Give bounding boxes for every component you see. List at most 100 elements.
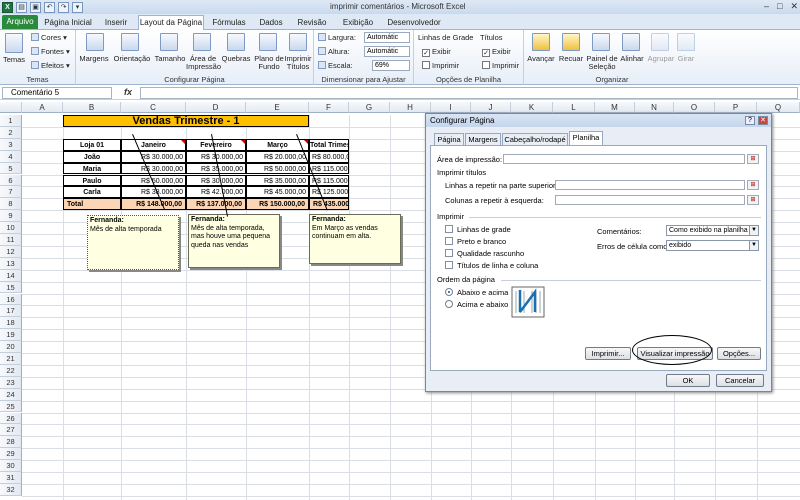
tab-inserir[interactable]: Inserir (98, 16, 134, 30)
table-cell[interactable]: R$ 45.000,00 (246, 186, 309, 199)
row-header[interactable]: 6 (0, 174, 22, 187)
black-white-checkbox[interactable] (445, 237, 453, 245)
column-header[interactable]: E (246, 102, 309, 113)
chevron-down-icon[interactable]: ▼ (749, 226, 758, 235)
table-cell[interactable]: R$ 50.000,00 (246, 162, 309, 175)
row-header[interactable]: 2 (0, 126, 22, 139)
table-cell[interactable]: R$ 20.000,00 (246, 150, 309, 163)
row-header[interactable]: 12 (0, 245, 22, 258)
row-header[interactable]: 7 (0, 186, 22, 199)
orientation-button[interactable]: Orientação (110, 55, 154, 63)
column-header[interactable]: P (715, 102, 757, 113)
redo-icon[interactable]: ↷ (58, 1, 69, 13)
width-select[interactable]: Automátic (364, 32, 410, 43)
breaks-icon[interactable] (227, 33, 245, 51)
table-cell[interactable]: João (63, 150, 121, 163)
headings-print-checkbox[interactable] (482, 61, 490, 69)
rows-repeat-input[interactable] (555, 180, 745, 190)
row-header[interactable]: 1 (0, 115, 22, 127)
print-preview-button[interactable]: Visualizar impressão (637, 347, 713, 360)
row-header[interactable]: 18 (0, 317, 22, 330)
gridlines-view-checkbox[interactable]: ✓ (422, 49, 430, 57)
column-header[interactable]: Q (757, 102, 800, 113)
headings-view-checkbox[interactable]: ✓ (482, 49, 490, 57)
row-header[interactable]: 13 (0, 257, 22, 270)
range-picker-icon[interactable]: ⊞ (747, 154, 759, 164)
send-backward-icon[interactable] (562, 33, 580, 51)
table-cell[interactable]: R$ 115.000,00 (309, 162, 349, 175)
dialog-close-button[interactable]: ✕ (758, 116, 768, 125)
row-header[interactable]: 16 (0, 293, 22, 306)
orientation-icon[interactable] (121, 33, 139, 51)
column-header[interactable]: N (635, 102, 674, 113)
row-header[interactable]: 32 (0, 483, 22, 496)
help-button[interactable]: ? (745, 116, 755, 125)
insert-function-icon[interactable]: fx (124, 87, 132, 97)
row-header[interactable]: 9 (0, 210, 22, 223)
row-header[interactable]: 11 (0, 234, 22, 246)
name-box[interactable]: Comentário 5 (2, 87, 112, 99)
margins-icon[interactable] (86, 33, 104, 51)
column-header[interactable]: G (349, 102, 390, 113)
table-total-cell[interactable]: R$ 435.000,00 (309, 198, 349, 211)
row-col-headings-checkbox[interactable] (445, 261, 453, 269)
background-button[interactable]: Plano de Fundo (252, 55, 286, 71)
ok-button[interactable]: OK (666, 374, 710, 387)
tab-desenvolvedor[interactable]: Desenvolvedor (384, 16, 444, 30)
table-cell[interactable]: R$ 42.000,00 (186, 186, 246, 199)
row-header[interactable]: 20 (0, 341, 22, 353)
column-header[interactable]: K (511, 102, 553, 113)
chevron-down-icon[interactable]: ▼ (749, 241, 758, 250)
column-header[interactable]: J (471, 102, 511, 113)
tab-cabecalho-rodape[interactable]: Cabeçalho/rodapé (502, 133, 568, 145)
column-header[interactable]: M (595, 102, 635, 113)
column-header[interactable]: C (121, 102, 186, 113)
table-cell[interactable]: Paulo (63, 174, 121, 187)
draft-quality-checkbox[interactable] (445, 249, 453, 257)
row-header[interactable]: 3 (0, 138, 22, 151)
table-cell[interactable]: R$ 30.000,00 (121, 150, 186, 163)
tab-dados[interactable]: Dados (254, 16, 288, 30)
gridlines-checkbox[interactable] (445, 225, 453, 233)
table-title[interactable]: Vendas Trimestre - 1 (63, 115, 309, 127)
margins-button[interactable]: Margens (76, 55, 112, 63)
comments-select[interactable]: Como exibido na planilha ▼ (666, 225, 759, 236)
align-icon[interactable] (622, 33, 640, 51)
table-cell[interactable]: Carla (63, 186, 121, 199)
gridlines-print-check[interactable]: Imprimir (422, 61, 459, 70)
row-header[interactable]: 14 (0, 269, 22, 282)
minimize-button[interactable]: – (764, 1, 769, 12)
row-header[interactable]: 23 (0, 376, 22, 389)
table-total-cell[interactable]: R$ 137.000,00 (186, 198, 246, 211)
cell-errors-select[interactable]: exibido ▼ (666, 240, 759, 251)
row-header[interactable]: 29 (0, 448, 22, 461)
row-header[interactable]: 19 (0, 329, 22, 342)
print-button[interactable]: Imprimir... (585, 347, 631, 360)
headings-print-check[interactable]: Imprimir (482, 61, 519, 70)
save-icon[interactable]: ▣ (30, 1, 41, 13)
print-area-input[interactable] (503, 154, 745, 164)
colors-button[interactable]: Cores ▾ (31, 33, 67, 42)
tab-arquivo[interactable]: Arquivo (2, 15, 38, 29)
bring-forward-button[interactable]: Avançar (524, 55, 558, 63)
row-header[interactable]: 4 (0, 150, 22, 163)
table-cell[interactable]: R$ 35.000,00 (246, 174, 309, 187)
background-icon[interactable] (259, 33, 277, 51)
table-cell[interactable]: R$ 125.000,00 (309, 186, 349, 199)
row-header[interactable]: 8 (0, 198, 22, 211)
column-header[interactable]: O (674, 102, 715, 113)
row-header[interactable]: 24 (0, 388, 22, 401)
row-header[interactable]: 10 (0, 222, 22, 234)
table-cell[interactable]: Maria (63, 162, 121, 175)
tab-revisao[interactable]: Revisão (292, 16, 332, 30)
customize-icon[interactable]: ▾ (72, 1, 83, 13)
tab-layout-da-pagina[interactable]: Layout da Página (138, 15, 204, 31)
column-header[interactable]: I (431, 102, 471, 113)
row-header[interactable]: 31 (0, 472, 22, 484)
row-header[interactable]: 5 (0, 162, 22, 175)
tab-planilha[interactable]: Planilha (569, 131, 603, 146)
print-area-button[interactable]: Área de Impressão (186, 55, 221, 71)
column-header[interactable]: B (63, 102, 121, 113)
themes-icon[interactable] (5, 33, 23, 53)
column-header[interactable]: A (22, 102, 63, 113)
